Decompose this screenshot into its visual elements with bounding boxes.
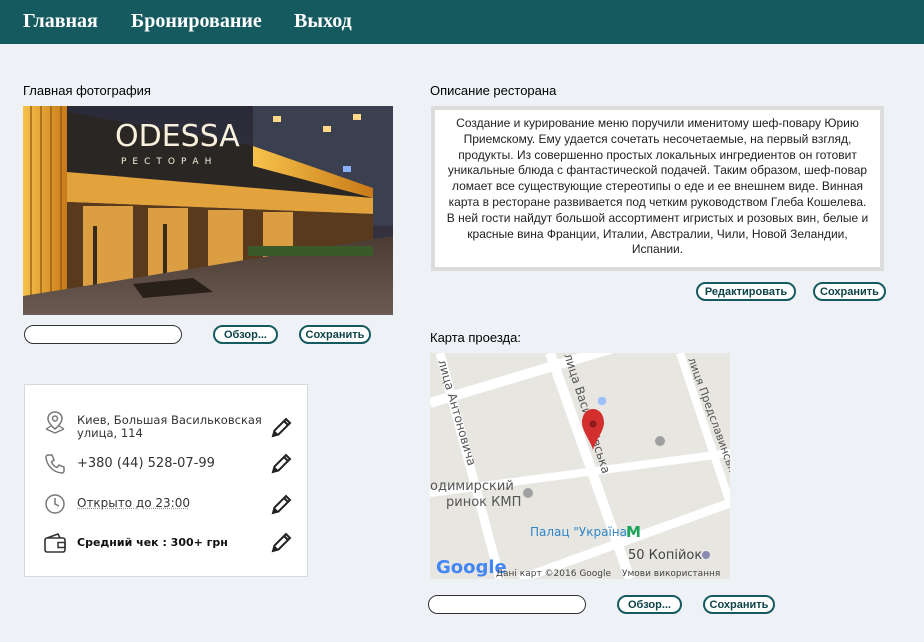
hours-text: Открыто до 23:00 [77, 496, 190, 510]
nav-home-link[interactable]: Главная [23, 10, 98, 33]
map-shop-label: 50 Копійок [628, 548, 702, 563]
location-pin-icon [45, 411, 65, 434]
description-save-button[interactable]: Сохранить [813, 282, 886, 301]
map-metro-icon: M [626, 523, 641, 541]
photo-file-field[interactable] [24, 325, 182, 344]
description-edit-button[interactable]: Редактировать [696, 282, 796, 301]
phone-row: +380 (44) 528-07-99 [42, 451, 294, 477]
photo-browse-button[interactable]: Обзор... [213, 325, 278, 344]
restaurant-main-photo: ODESSA РЕСТОРАН [23, 106, 393, 315]
description-text-box[interactable]: Создание и курирование меню поручили име… [431, 106, 884, 271]
map-data-attribution: Дані карт ©2016 Google [496, 569, 612, 579]
edit-address-pencil-icon[interactable] [270, 415, 294, 439]
map-save-button[interactable]: Сохранить [703, 595, 775, 614]
top-navigation-bar: Главная Бронирование Выход [0, 0, 924, 44]
map-terms-link[interactable]: Умови використання [622, 569, 720, 579]
map-palace-label: Палац "Україна" [530, 525, 633, 539]
edit-avg-check-pencil-icon[interactable] [270, 530, 294, 554]
main-photo-label: Главная фотография [23, 83, 151, 98]
phone-text: +380 (44) 528-07-99 [77, 456, 215, 471]
hours-row: Открыто до 23:00 [42, 491, 294, 517]
photo-sign-subtext: РЕСТОРАН [121, 157, 217, 167]
svg-text:ринок КМП: ринок КМП [446, 495, 521, 510]
edit-hours-pencil-icon[interactable] [270, 492, 294, 516]
wallet-icon [44, 533, 66, 553]
map-label: Карта проезда: [430, 330, 521, 345]
photo-save-button[interactable]: Сохранить [299, 325, 371, 344]
route-map[interactable]: лица Антоновича лица Васильківська лиця … [430, 353, 730, 579]
map-browse-button[interactable]: Обзор... [617, 595, 682, 614]
avg-check-text: Средний чек : 300+ грн [77, 536, 228, 549]
edit-phone-pencil-icon[interactable] [270, 451, 294, 475]
photo-sign-text: ODESSA [115, 119, 240, 154]
nav-logout-link[interactable]: Выход [294, 10, 352, 33]
restaurant-info-card: Киев, Большая Васильковская улица, 114 +… [24, 384, 308, 577]
address-text: Киев, Большая Васильковская улица, 114 [77, 413, 262, 440]
address-row: Киев, Большая Васильковская улица, 114 [42, 409, 294, 440]
nav-booking-link[interactable]: Бронирование [131, 10, 262, 33]
clock-icon [45, 494, 65, 514]
svg-text:одимирский: одимирский [430, 479, 514, 494]
phone-icon [45, 454, 65, 474]
description-label: Описание ресторана [430, 83, 557, 98]
avg-check-row: Средний чек : 300+ грн [42, 530, 294, 556]
map-file-field[interactable] [428, 595, 586, 614]
